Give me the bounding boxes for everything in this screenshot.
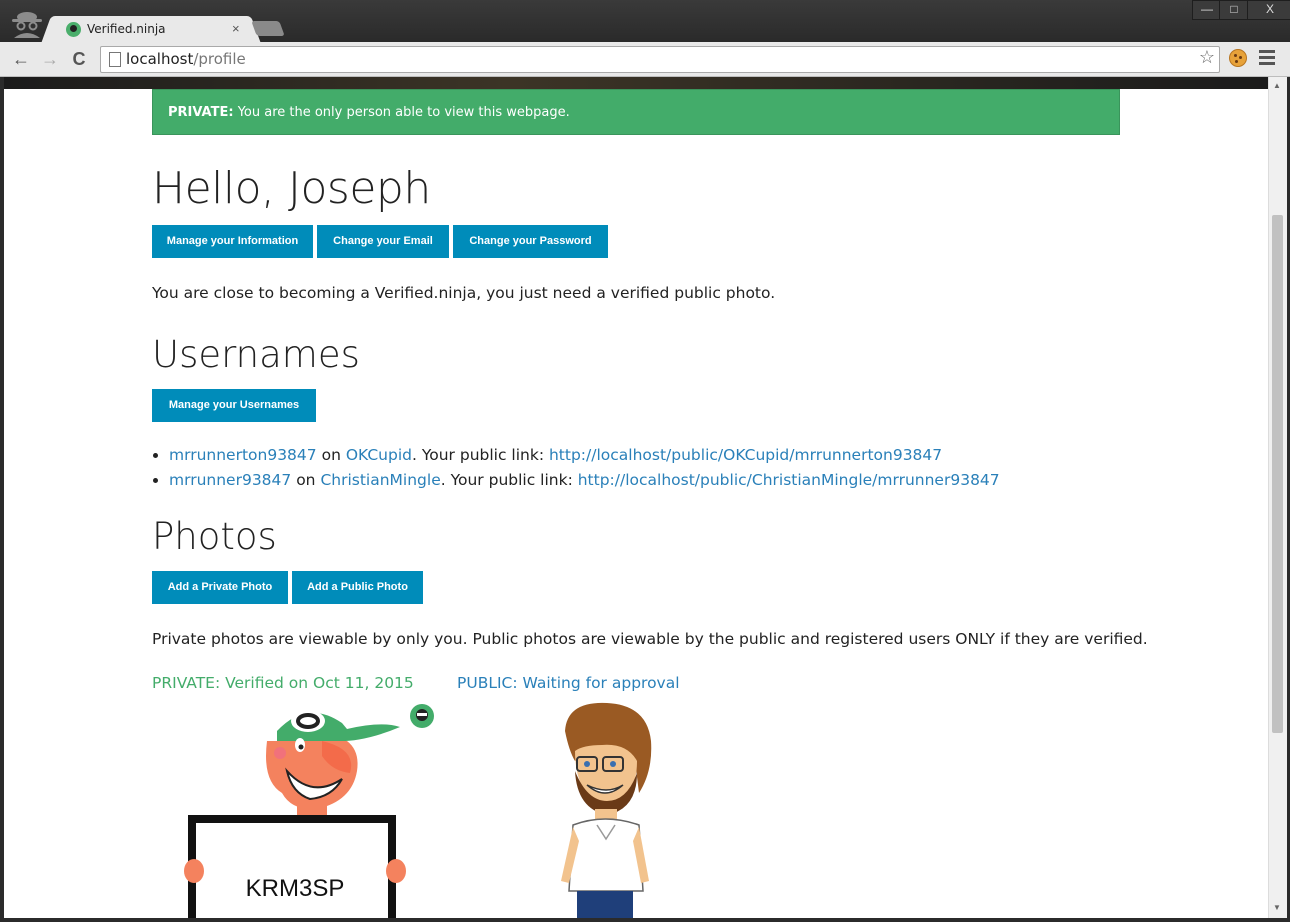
scrollbar-thumb[interactable]: [1272, 215, 1283, 733]
alert-text: You are the only person able to view thi…: [233, 105, 570, 120]
change-email-button[interactable]: Change your Email: [317, 225, 449, 258]
site-link[interactable]: ChristianMingle: [320, 471, 440, 489]
page-title: Hello, Joseph: [152, 163, 431, 214]
new-tab-button[interactable]: [251, 21, 285, 36]
private-alert: PRIVATE: You are the only person able to…: [152, 89, 1120, 135]
site-link[interactable]: OKCupid: [346, 446, 412, 464]
scroll-up-icon[interactable]: ▲: [1273, 81, 1281, 90]
favicon-icon: [66, 22, 81, 37]
add-private-photo-button[interactable]: Add a Private Photo: [152, 571, 288, 604]
list-text: on: [316, 446, 346, 464]
maximize-button[interactable]: □: [1219, 0, 1249, 20]
list-item: mrrunner93847 on ChristianMingle. Your p…: [169, 468, 1000, 493]
verify-message: You are close to becoming a Verified.nin…: [152, 284, 776, 302]
browser-toolbar: ← → C localhost/profile ☆: [0, 42, 1290, 77]
browser-titlebar: Verified.ninja × — □ X: [0, 0, 1290, 44]
public-link[interactable]: http://localhost/public/ChristianMingle/…: [578, 471, 1000, 489]
page-viewport: PRIVATE: You are the only person able to…: [4, 77, 1268, 918]
private-photo-status: PRIVATE: Verified on Oct 11, 2015: [152, 674, 414, 692]
sign-code: KRM3SP: [246, 875, 345, 902]
list-text: . Your public link:: [411, 446, 549, 464]
change-password-button[interactable]: Change your Password: [453, 225, 608, 258]
list-text: . Your public link:: [440, 471, 578, 489]
close-window-button[interactable]: X: [1247, 0, 1290, 20]
public-photo-status[interactable]: PUBLIC: Waiting for approval: [457, 674, 680, 692]
manage-information-button[interactable]: Manage your Information: [152, 225, 313, 258]
address-bar[interactable]: localhost/profile ☆: [100, 46, 1220, 73]
url-text: localhost/profile: [126, 50, 246, 68]
list-item: mrrunnerton93847 on OKCupid. Your public…: [169, 443, 1000, 468]
tab-title: Verified.ninja: [87, 22, 166, 36]
header-image-strip: [4, 77, 1268, 89]
cookie-icon[interactable]: [1229, 49, 1247, 67]
star-icon[interactable]: ☆: [1199, 47, 1215, 68]
menu-icon[interactable]: [1259, 50, 1275, 68]
username-link[interactable]: mrrunnerton93847: [169, 446, 317, 464]
manage-usernames-button[interactable]: Manage your Usernames: [152, 389, 316, 422]
photos-heading: Photos: [152, 515, 277, 558]
username-link[interactable]: mrrunner93847: [169, 471, 291, 489]
minimize-button[interactable]: —: [1192, 0, 1222, 20]
usernames-heading: Usernames: [152, 333, 360, 376]
url-host: localhost: [126, 50, 194, 68]
public-photo[interactable]: [547, 701, 667, 918]
photos-description: Private photos are viewable by only you.…: [152, 630, 1148, 648]
forward-icon[interactable]: →: [39, 48, 61, 70]
browser-tab[interactable]: Verified.ninja ×: [56, 16, 246, 44]
scroll-down-icon[interactable]: ▼: [1273, 903, 1281, 912]
public-link[interactable]: http://localhost/public/OKCupid/mrrunner…: [549, 446, 942, 464]
page-icon: [109, 52, 121, 67]
incognito-icon: [12, 12, 42, 38]
list-text: on: [291, 471, 321, 489]
page-scrollbar[interactable]: ▲ ▼: [1268, 77, 1287, 918]
tab-close-icon[interactable]: ×: [232, 21, 240, 36]
url-path: /profile: [193, 50, 246, 68]
private-photo[interactable]: KRM3SP: [182, 701, 442, 918]
add-public-photo-button[interactable]: Add a Public Photo: [292, 571, 423, 604]
back-icon[interactable]: ←: [10, 48, 32, 70]
usernames-list: mrrunnerton93847 on OKCupid. Your public…: [152, 443, 1000, 493]
reload-icon[interactable]: C: [68, 48, 90, 70]
alert-label: PRIVATE:: [168, 105, 234, 120]
